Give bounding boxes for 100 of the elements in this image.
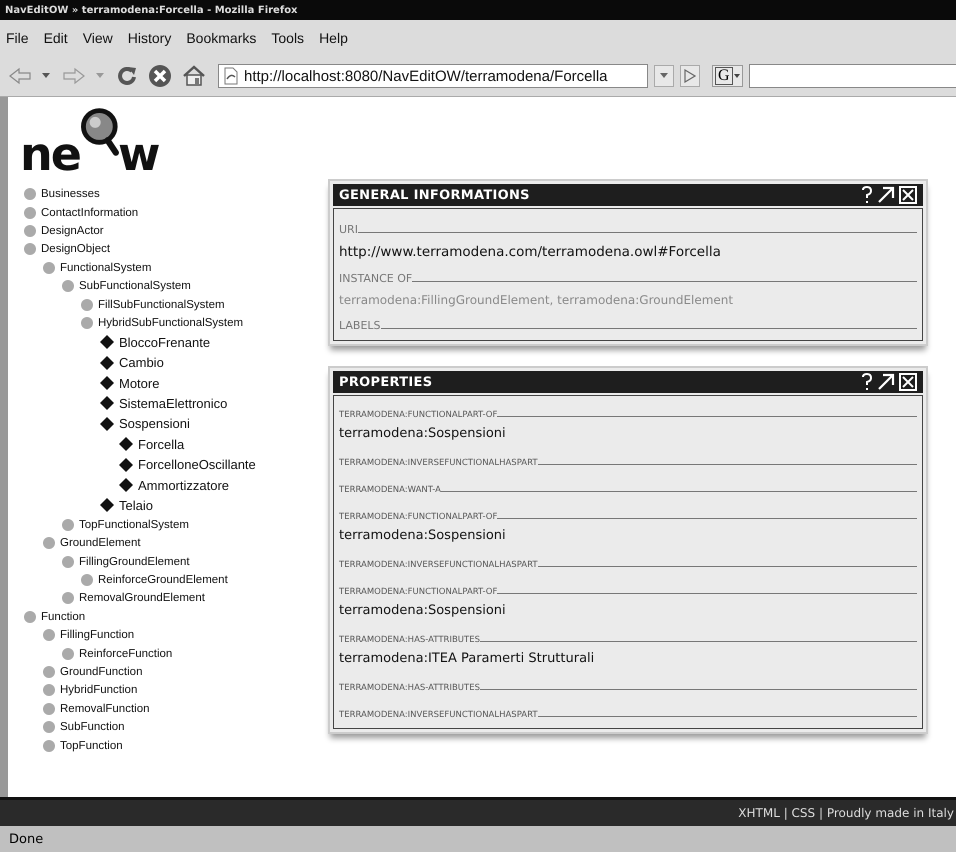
tree-item[interactable]: GroundFunction — [60, 666, 142, 678]
search-engine-button[interactable]: G — [712, 65, 743, 87]
dropdown-icon[interactable] — [42, 73, 50, 79]
field-value: terramodena:Sospensioni — [339, 528, 507, 543]
field-value: http://www.terramodena.com/terramodena.owl#Forcella — [339, 244, 722, 260]
class-dot-icon — [81, 298, 93, 311]
close-icon[interactable] — [899, 373, 917, 391]
stop-icon[interactable] — [148, 64, 172, 88]
tree-item[interactable]: Function — [41, 610, 86, 623]
class-dot-icon — [62, 592, 74, 604]
tree-item[interactable]: DesignActor — [41, 224, 104, 237]
tree-item[interactable]: SubFunctionalSystem — [79, 280, 191, 292]
menu-item[interactable]: History — [128, 30, 172, 46]
tree-item[interactable]: ForcelloneOscillante — [138, 457, 256, 472]
class-dot-icon — [43, 684, 55, 696]
menu-item[interactable]: Bookmarks — [186, 30, 256, 46]
tree-item[interactable]: FillingFunction — [60, 629, 134, 642]
tree-item[interactable]: ReinforceFunction — [79, 648, 172, 660]
tree-item[interactable]: SistemaElettronico — [119, 396, 228, 411]
diamond-icon — [100, 416, 114, 431]
field-value: terramodena:FillingGroundElement, terramodena:GroundElement — [339, 293, 734, 307]
class-dot-icon — [43, 666, 55, 678]
field-label: TERRAMODENA:WANT-A — [339, 485, 441, 495]
tree-item[interactable]: Businesses — [41, 188, 100, 200]
field-label: URI — [339, 223, 358, 236]
menu-item[interactable]: Tools — [271, 30, 304, 46]
class-dot-icon — [43, 740, 55, 752]
help-icon[interactable] — [861, 186, 873, 204]
field-label: LABELS — [339, 319, 381, 332]
class-dot-icon — [62, 556, 74, 568]
tree-item[interactable]: HybridFunction — [60, 684, 138, 696]
tree-item[interactable]: Ammortizzatore — [138, 478, 230, 493]
tree-item[interactable]: FillSubFunctionalSystem — [98, 298, 225, 311]
field-label: TERRAMODENA:FUNCTIONALPART-OF — [339, 410, 498, 420]
class-dot-icon — [24, 610, 36, 623]
expand-icon[interactable] — [877, 186, 895, 204]
history-dropdown-button[interactable] — [654, 65, 674, 87]
status-text: Done — [9, 832, 44, 846]
close-icon[interactable] — [899, 186, 917, 204]
go-button[interactable] — [680, 65, 700, 87]
diamond-icon — [119, 437, 133, 452]
field-value: terramodena:ITEA Paramerti Strutturali — [339, 651, 596, 666]
tree-item[interactable]: ReinforceGroundElement — [98, 574, 228, 586]
class-dot-icon — [43, 262, 55, 274]
tree-item[interactable]: RemovalGroundElement — [79, 592, 205, 604]
field-label: TERRAMODENA:HAS-ATTRIBUTES — [339, 683, 480, 693]
caret-icon — [734, 74, 740, 78]
tree-item[interactable]: GroundElement — [60, 537, 141, 550]
tree-item[interactable]: Motore — [119, 376, 160, 391]
tree-item[interactable]: Sospensioni — [119, 416, 190, 432]
menu-item[interactable]: File — [6, 30, 29, 46]
tree-item[interactable]: Cambio — [119, 355, 164, 370]
class-dot-icon — [81, 316, 93, 329]
class-dot-icon — [24, 224, 36, 237]
tree-item[interactable]: HybridSubFunctionalSystem — [98, 316, 244, 329]
field-label: TERRAMODENA:FUNCTIONALPART-OF — [339, 512, 498, 522]
diamond-icon — [100, 335, 114, 350]
home-icon[interactable] — [182, 65, 206, 87]
tree-item[interactable]: SubFunction — [60, 721, 125, 734]
diamond-icon — [100, 498, 114, 512]
reload-icon[interactable] — [116, 65, 138, 87]
tree-item[interactable]: TopFunction — [60, 740, 123, 752]
class-dot-icon — [24, 188, 36, 200]
address-field[interactable]: http://localhost:8080/NavEditOW/terramodena/Forcella — [218, 64, 648, 88]
field-value: terramodena:Sospensioni — [339, 603, 507, 618]
field-label: INSTANCE OF — [339, 272, 412, 285]
field-label: TERRAMODENA:FUNCTIONALPART-OF — [339, 587, 498, 597]
back-icon[interactable] — [8, 66, 32, 86]
class-dot-icon — [24, 243, 36, 256]
menu-item[interactable]: Help — [319, 30, 348, 46]
diamond-icon — [100, 396, 114, 410]
page-icon — [223, 67, 239, 85]
tree-item[interactable]: ContactInformation — [41, 206, 138, 219]
tree-item[interactable]: TopFunctionalSystem — [79, 518, 189, 531]
tree-item[interactable]: DesignObject — [41, 243, 110, 256]
panel-title: GENERAL INFORMATIONS — [339, 188, 530, 202]
class-dot-icon — [43, 537, 55, 550]
field-label: TERRAMODENA:INVERSEFUNCTIONALHASPART — [339, 710, 538, 720]
tree-item[interactable]: RemovalFunction — [60, 702, 150, 715]
class-dot-icon — [62, 518, 74, 531]
help-icon[interactable] — [861, 373, 873, 391]
field-label: TERRAMODENA:INVERSEFUNCTIONALHASPART — [339, 458, 538, 468]
expand-icon[interactable] — [877, 373, 895, 391]
tree-item[interactable]: Forcella — [138, 436, 184, 452]
menu-item[interactable]: Edit — [44, 30, 68, 46]
tree-item[interactable]: Telaio — [119, 498, 153, 513]
menu-item[interactable]: View — [82, 30, 113, 46]
class-dot-icon — [62, 280, 74, 292]
diamond-icon — [119, 458, 133, 472]
class-dot-icon — [43, 629, 55, 642]
tree-item[interactable]: FunctionalSystem — [60, 262, 152, 274]
tree-item[interactable]: FillingGroundElement — [79, 556, 190, 568]
diamond-icon — [100, 356, 114, 370]
class-dot-icon — [43, 721, 55, 734]
footer-links: XHTML | CSS | Proudly made in Italy — [738, 806, 954, 820]
field-value: terramodena:Sospensioni — [339, 426, 507, 441]
play-icon — [684, 69, 696, 83]
class-dot-icon — [43, 702, 55, 715]
tree-item[interactable]: BloccoFrenante — [119, 334, 210, 350]
logo[interactable]: ne w — [20, 107, 158, 177]
